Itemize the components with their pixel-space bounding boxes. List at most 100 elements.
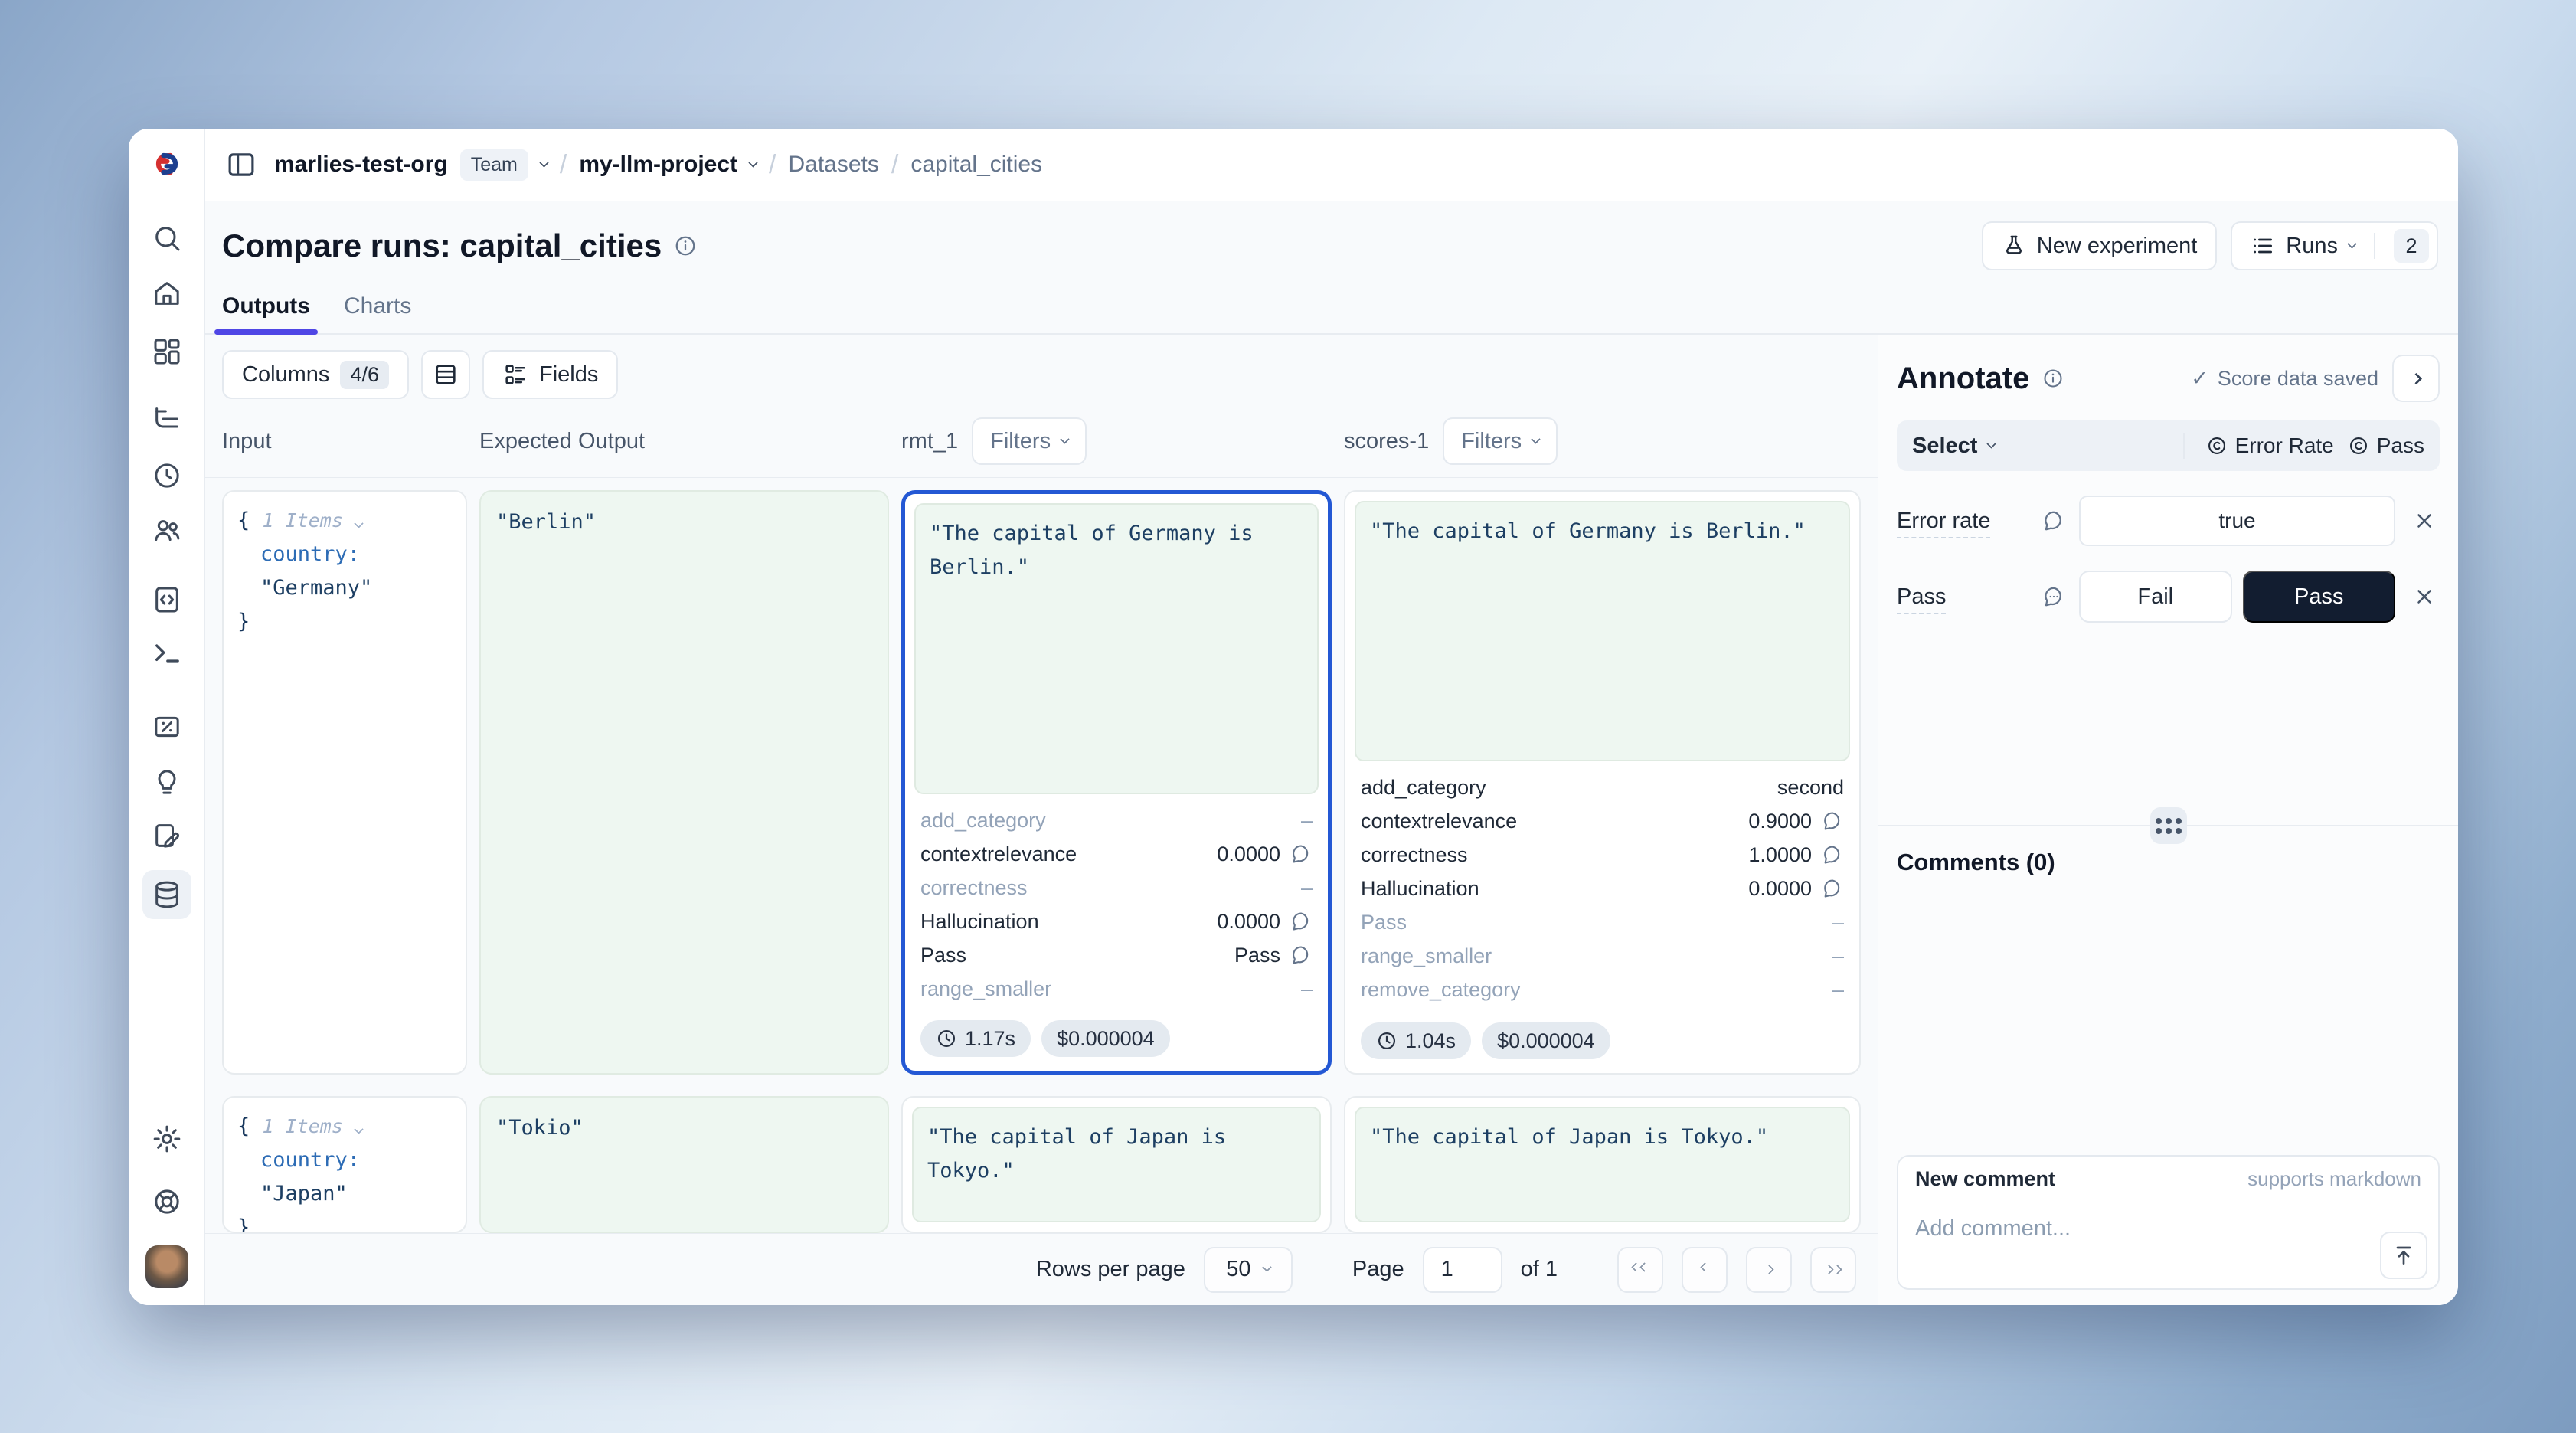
- comment-bubble-icon[interactable]: [1290, 944, 1313, 967]
- expected-output-cell[interactable]: "Berlin": [479, 490, 889, 1075]
- markdown-hint: supports markdown: [2247, 1167, 2421, 1191]
- breadcrumb-dataset-name[interactable]: capital_cities: [910, 152, 1042, 178]
- metric-row[interactable]: range_smaller–: [1361, 939, 1844, 973]
- search-icon[interactable]: [149, 221, 185, 256]
- tab-charts[interactable]: Charts: [344, 293, 411, 333]
- run-output-box: "The capital of Japan is Tokyo.": [1355, 1107, 1850, 1222]
- run2-filters-button[interactable]: Filters: [1443, 417, 1558, 465]
- run1-filters-button[interactable]: Filters: [972, 417, 1087, 465]
- next-page-button[interactable]: [1746, 1247, 1792, 1293]
- sidebar-toggle-icon[interactable]: [225, 149, 257, 181]
- collapse-panel-button[interactable]: [2392, 355, 2440, 402]
- error-rate-value-input[interactable]: true: [2079, 496, 2395, 546]
- breadcrumb-project[interactable]: my-llm-project: [579, 152, 737, 178]
- delete-score-icon[interactable]: [2409, 509, 2440, 532]
- users-icon[interactable]: [149, 513, 185, 548]
- comment-bubble-icon[interactable]: [1821, 877, 1844, 900]
- metric-row[interactable]: Hallucination0.0000: [1361, 872, 1844, 905]
- run1-output-cell-selected[interactable]: "The capital of Germany is Berlin." add_…: [901, 490, 1332, 1075]
- metric-row[interactable]: correctness1.0000: [1361, 838, 1844, 872]
- dashboard-grid-icon[interactable]: [149, 334, 185, 369]
- breadcrumb-org[interactable]: marlies-test-org: [274, 152, 448, 178]
- cost-badge[interactable]: $0.000004: [1041, 1020, 1170, 1057]
- page-number-input[interactable]: 1: [1423, 1247, 1502, 1293]
- metric-row[interactable]: remove_category–: [920, 1006, 1313, 1011]
- json-brace: }: [237, 1215, 250, 1233]
- suggestions-lightbulb-icon[interactable]: [149, 764, 185, 800]
- json-collapse-chevron-icon[interactable]: [354, 519, 364, 528]
- json-collapse-chevron-icon[interactable]: [354, 1124, 364, 1134]
- drag-handle[interactable]: [2150, 807, 2187, 844]
- run2-output-cell[interactable]: "The capital of Germany is Berlin." add_…: [1344, 490, 1861, 1075]
- previous-page-button[interactable]: [1682, 1247, 1728, 1293]
- last-page-button[interactable]: [1810, 1247, 1856, 1293]
- json-items-label[interactable]: 1 Items: [263, 509, 343, 532]
- playground-terminal-icon[interactable]: [149, 636, 185, 671]
- metric-row[interactable]: Pass–: [1361, 905, 1844, 939]
- run1-output-cell[interactable]: "The capital of Japan is Tokyo.": [901, 1096, 1332, 1233]
- new-experiment-button[interactable]: New experiment: [1982, 221, 2218, 270]
- metric-row[interactable]: remove_category–: [1361, 973, 1844, 1006]
- pass-chip[interactable]: Pass: [2348, 433, 2424, 458]
- org-switcher-chevron-icon[interactable]: [539, 158, 549, 168]
- settings-gear-icon[interactable]: [149, 1121, 185, 1157]
- first-page-button[interactable]: [1617, 1247, 1663, 1293]
- page-of-label: of 1: [1521, 1257, 1558, 1282]
- tab-outputs[interactable]: Outputs: [222, 293, 310, 333]
- metric-row[interactable]: PassPass: [920, 938, 1313, 972]
- metric-row[interactable]: correctness–: [920, 871, 1313, 905]
- pass-button-selected[interactable]: Pass: [2243, 571, 2396, 623]
- metric-row[interactable]: contextrelevance0.9000: [1361, 804, 1844, 838]
- error-rate-chip[interactable]: Error Rate: [2206, 433, 2334, 458]
- flask-icon: [2002, 234, 2026, 258]
- evaluators-icon[interactable]: [149, 709, 185, 744]
- fail-button[interactable]: Fail: [2079, 571, 2232, 623]
- metric-row[interactable]: range_smaller–: [920, 972, 1313, 1006]
- prompts-file-icon[interactable]: [149, 582, 185, 617]
- metric-row[interactable]: contextrelevance0.0000: [920, 837, 1313, 871]
- row-height-button[interactable]: [421, 350, 470, 399]
- home-icon[interactable]: [149, 276, 185, 311]
- select-dropdown[interactable]: Select: [1912, 433, 1995, 459]
- comment-bubble-icon[interactable]: [1290, 910, 1313, 933]
- comment-input[interactable]: Add comment...: [1898, 1202, 2438, 1288]
- comment-bubble-icon[interactable]: [2042, 509, 2065, 532]
- filters-label: Filters: [990, 429, 1051, 454]
- run2-output-cell[interactable]: "The capital of Japan is Tokyo.": [1344, 1096, 1861, 1233]
- clock-icon: [1376, 1030, 1398, 1052]
- annotation-queues-icon[interactable]: [149, 818, 185, 853]
- breadcrumb-datasets[interactable]: Datasets: [789, 152, 879, 178]
- comment-bubble-icon[interactable]: [1821, 843, 1844, 866]
- input-cell[interactable]: { 1 Items country: "Germany" }: [222, 490, 467, 1075]
- expected-output-cell[interactable]: "Tokio": [479, 1096, 889, 1233]
- info-icon[interactable]: [674, 234, 697, 257]
- cost-badge[interactable]: $0.000004: [1482, 1022, 1610, 1059]
- latency-badge[interactable]: 1.04s: [1361, 1022, 1471, 1059]
- json-items-label[interactable]: 1 Items: [263, 1115, 343, 1137]
- metric-row[interactable]: add_categorysecond: [1361, 770, 1844, 804]
- tracing-tree-icon[interactable]: [149, 401, 185, 437]
- columns-button[interactable]: Columns 4/6: [222, 350, 409, 399]
- support-lifebuoy-icon[interactable]: [149, 1184, 185, 1219]
- latency-badge[interactable]: 1.17s: [920, 1020, 1031, 1057]
- fields-button[interactable]: Fields: [482, 350, 618, 399]
- project-switcher-chevron-icon[interactable]: [748, 158, 758, 168]
- comment-bubble-icon[interactable]: [1821, 810, 1844, 833]
- info-icon[interactable]: [2042, 367, 2064, 390]
- comment-bubble-icon[interactable]: [1290, 842, 1313, 865]
- spacer: [1897, 895, 2440, 1155]
- metric-row[interactable]: Hallucination0.0000: [920, 905, 1313, 938]
- metric-row[interactable]: add_category–: [920, 803, 1313, 837]
- spacer: [1897, 623, 2440, 825]
- submit-comment-button[interactable]: [2380, 1232, 2427, 1279]
- datasets-database-icon[interactable]: [142, 870, 191, 919]
- comment-bubble-dots-icon[interactable]: [2042, 585, 2065, 608]
- user-avatar[interactable]: [145, 1245, 188, 1288]
- runs-button[interactable]: Runs 2: [2231, 221, 2438, 270]
- filters-label: Filters: [1461, 429, 1522, 454]
- table-area: Columns 4/6 Fields: [205, 335, 1878, 1305]
- sessions-clock-icon[interactable]: [149, 458, 185, 493]
- input-cell[interactable]: { 1 Items country: "Japan" }: [222, 1096, 467, 1233]
- page-size-select[interactable]: 50: [1204, 1247, 1293, 1293]
- delete-score-icon[interactable]: [2409, 585, 2440, 608]
